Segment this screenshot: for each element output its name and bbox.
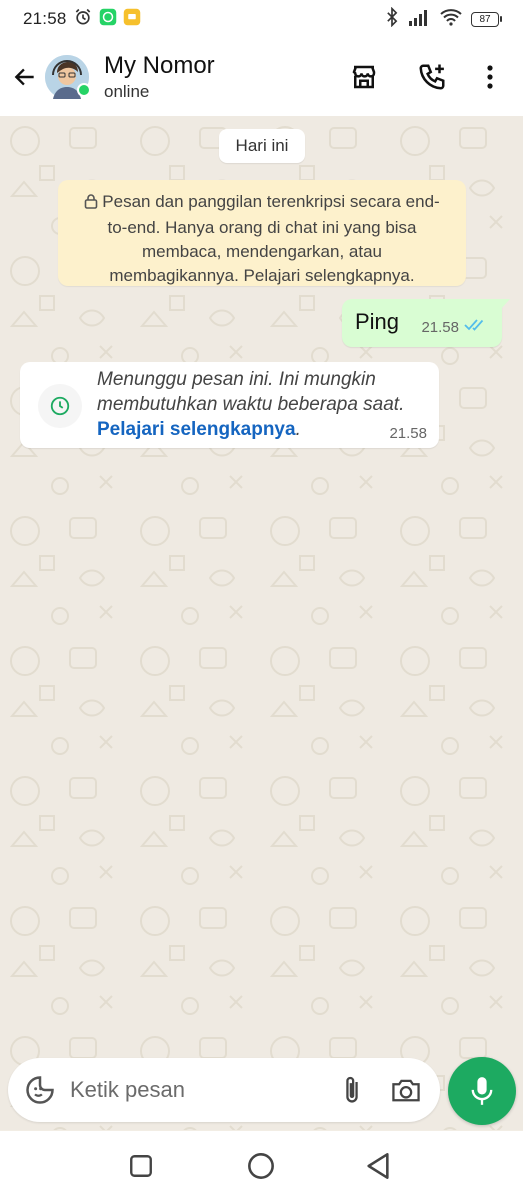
learn-more-link[interactable]: Pelajari selengkapnya — [97, 419, 296, 440]
sticker-emoji-icon[interactable] — [24, 1074, 56, 1106]
contact-info[interactable]: My Nomor online — [104, 52, 215, 102]
back-arrow-icon[interactable] — [10, 62, 40, 92]
battery-icon: 87 — [471, 11, 502, 27]
system-nav-bar — [0, 1131, 523, 1200]
signal-icon — [407, 8, 431, 31]
status-time: 21:58 — [23, 9, 67, 28]
message-composer: Ketik pesan — [8, 1058, 440, 1122]
message-text: Ping — [355, 309, 400, 334]
bluetooth-icon — [385, 6, 399, 32]
message-input[interactable]: Ketik pesan — [70, 1077, 334, 1103]
double-check-icon — [464, 318, 488, 336]
online-indicator — [77, 83, 91, 97]
waiting-message-text: Menunggu pesan ini. Ini mungkin membutuh… — [97, 369, 405, 415]
clock-icon — [38, 384, 82, 428]
message-time: 21.58 — [389, 425, 427, 442]
status-bar: 21:58 87 — [0, 0, 523, 38]
chat-area[interactable]: Hari ini Pesan dan panggilan terenkripsi… — [0, 116, 523, 1130]
mic-icon — [471, 1077, 493, 1105]
store-icon[interactable] — [341, 54, 387, 100]
date-chip: Hari ini — [219, 129, 305, 163]
home-circle-icon[interactable] — [241, 1146, 281, 1186]
outgoing-message[interactable]: Ping 21.58 — [342, 299, 510, 347]
avatar[interactable] — [45, 55, 91, 99]
whatsapp-notification-icon — [99, 8, 117, 31]
message-time: 21.58 — [421, 318, 459, 336]
encryption-notice[interactable]: Pesan dan panggilan terenkripsi secara e… — [58, 180, 466, 286]
wifi-icon — [439, 8, 463, 31]
lock-icon — [84, 192, 98, 216]
mic-button[interactable] — [448, 1057, 516, 1125]
chat-header: My Nomor online — [0, 38, 523, 116]
back-triangle-icon[interactable] — [358, 1146, 398, 1186]
camera-icon[interactable] — [388, 1072, 424, 1108]
contact-name: My Nomor — [104, 52, 215, 79]
more-vert-icon[interactable] — [467, 54, 513, 100]
recents-square-icon[interactable] — [121, 1146, 161, 1186]
alarm-icon — [73, 7, 93, 32]
attach-icon[interactable] — [334, 1072, 370, 1108]
message-notification-icon — [123, 8, 141, 31]
encryption-notice-text: Pesan dan panggilan terenkripsi secara e… — [102, 192, 440, 285]
add-call-icon[interactable] — [409, 54, 455, 100]
contact-status: online — [104, 82, 150, 101]
incoming-message[interactable]: Menunggu pesan ini. Ini mungkin membutuh… — [20, 362, 439, 448]
